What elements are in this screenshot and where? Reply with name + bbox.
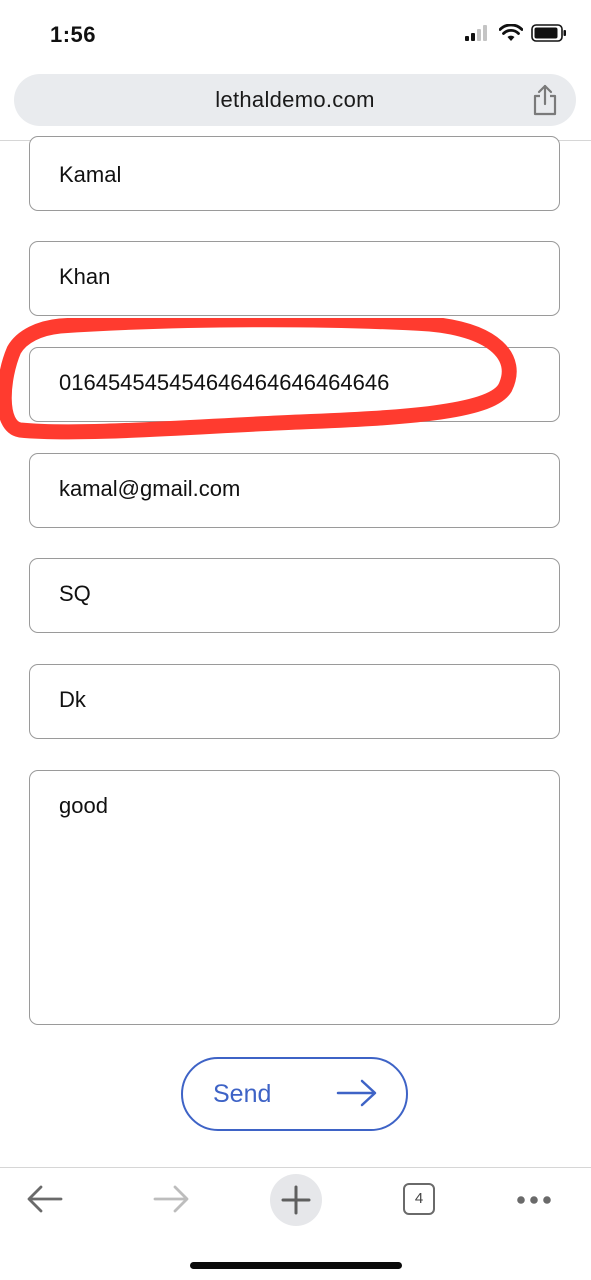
home-indicator [190,1262,402,1269]
last-name-value: Khan [59,264,111,289]
plus-icon [281,1185,311,1215]
phone-field[interactable]: 016454545454646464646464646 [29,347,560,422]
arrow-right-icon [336,1079,377,1107]
field-6[interactable]: Dk [29,664,560,739]
status-time: 1:56 [50,22,97,47]
first-name-field[interactable]: Kamal [29,136,560,211]
new-tab-button[interactable] [270,1174,322,1226]
send-label: Send [213,1080,272,1108]
url-text[interactable]: lethaldemo.com [14,87,576,113]
field-5-value: SQ [59,581,91,606]
wifi-icon [499,24,523,41]
share-icon[interactable] [532,84,558,116]
tab-count: 4 [414,1190,424,1207]
send-button[interactable]: Send [181,1057,408,1131]
status-bar: 1:56 [0,0,591,70]
forward-arrow-icon[interactable] [152,1184,190,1214]
field-6-value: Dk [59,687,86,712]
message-textarea[interactable]: good [29,770,560,1025]
url-bar[interactable]: lethaldemo.com [14,74,576,126]
email-value: kamal@gmail.com [59,476,241,501]
field-5[interactable]: SQ [29,558,560,633]
signal-icon [465,25,487,41]
status-icons [465,24,567,42]
message-value: good [59,793,108,818]
back-arrow-icon[interactable] [26,1184,64,1214]
phone-value: 016454545454646464646464646 [59,370,390,395]
tabs-button[interactable]: 4 [403,1183,435,1215]
more-icon[interactable] [516,1195,552,1205]
email-field[interactable]: kamal@gmail.com [29,453,560,528]
battery-icon [531,24,566,42]
last-name-field[interactable]: Khan [29,241,560,316]
first-name-value: Kamal [59,162,122,187]
